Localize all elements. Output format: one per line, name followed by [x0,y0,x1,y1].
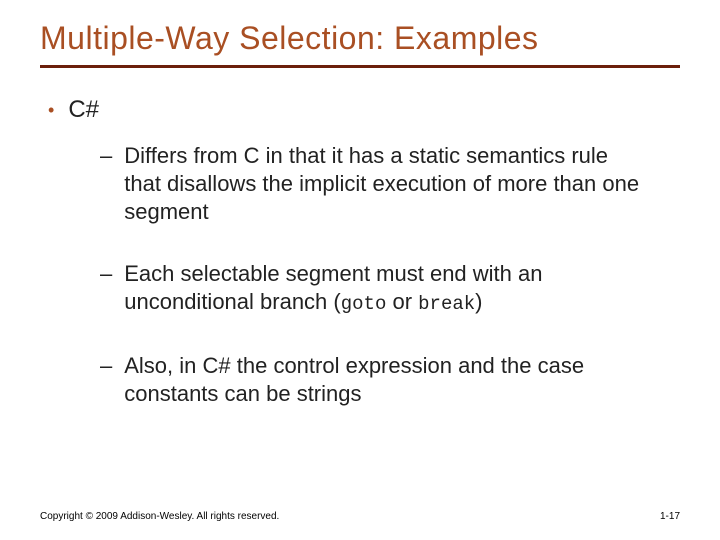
text-run: ) [475,289,482,314]
slide: Multiple-Way Selection: Examples • C# – … [0,0,720,540]
bullet-level1: • C# [48,96,680,124]
bullet-dash-icon: – [100,260,112,288]
bullet-l2-text: Differs from C in that it has a static s… [124,142,650,226]
bullet-level2: – Differs from C in that it has a static… [100,142,650,226]
bullet-l2-text: Also, in C# the control expression and t… [124,352,650,408]
bullet-dash-icon: – [100,352,112,380]
code-goto: goto [341,293,387,315]
copyright-text: Copyright © 2009 Addison-Wesley. All rig… [40,511,279,522]
text-run: or [386,289,418,314]
slide-title: Multiple-Way Selection: Examples [40,20,680,57]
code-break: break [418,293,475,315]
bullet-dash-icon: – [100,142,112,170]
bullet-level2: – Also, in C# the control expression and… [100,352,650,408]
title-rule [40,65,680,68]
bullet-level2: – Each selectable segment must end with … [100,260,650,318]
bullet-l1-text: C# [68,96,99,124]
bullet-l2-text: Each selectable segment must end with an… [124,260,650,318]
bullet-dot-icon: • [48,96,54,124]
page-number: 1-17 [660,511,680,522]
footer: Copyright © 2009 Addison-Wesley. All rig… [40,511,680,522]
